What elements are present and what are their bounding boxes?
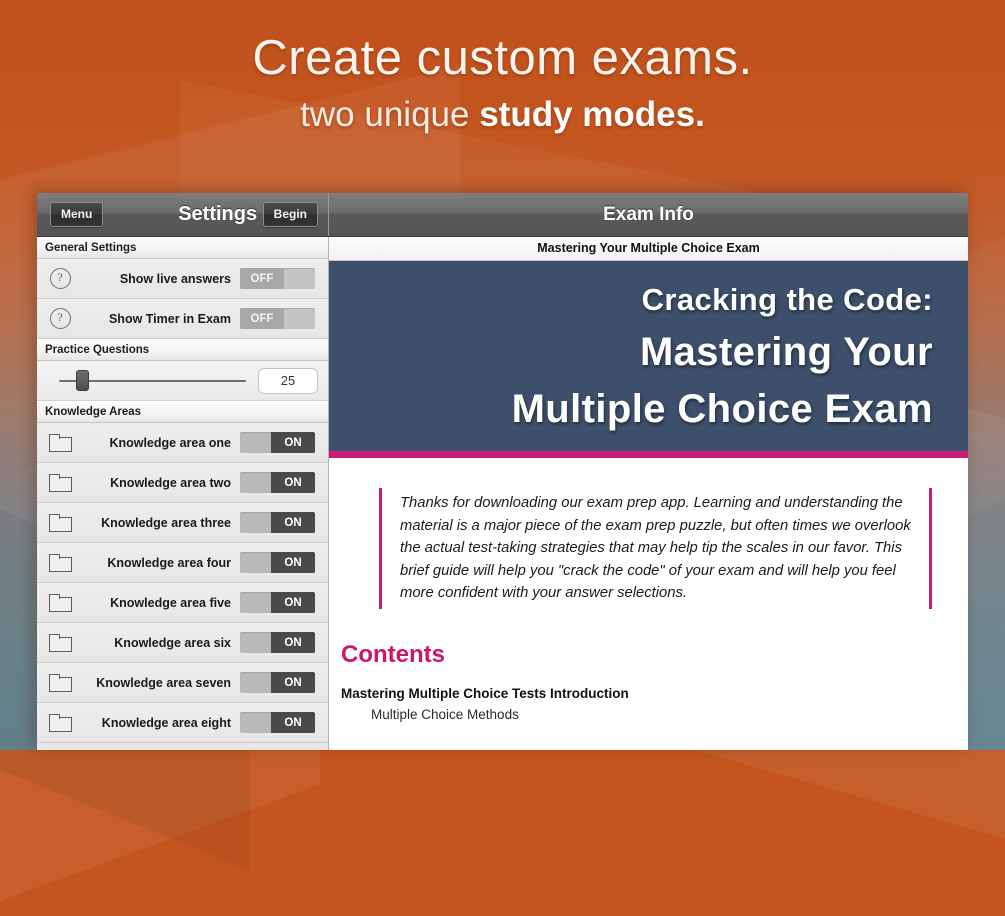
settings-sidebar[interactable]: General Settings ? Show live answers OFF… [37, 237, 329, 750]
folder-icon [37, 634, 83, 652]
knowledge-area-label: Knowledge area four [107, 555, 231, 570]
toggle-state-label: ON [271, 512, 315, 533]
toggle-state-label: ON [271, 432, 315, 453]
toggle-state-label: ON [271, 592, 315, 613]
headline-line-2-prefix: two unique [300, 95, 480, 134]
folder-icon [37, 434, 83, 452]
question-mark-icon[interactable]: ? [37, 308, 83, 329]
toggle-knowledge-area-five[interactable]: ON [240, 592, 315, 613]
folder-icon [37, 714, 83, 732]
headline-line-2-bold: study modes. [479, 95, 705, 134]
practice-questions-slider[interactable] [59, 370, 246, 391]
toggle-knowledge-area-eight[interactable]: ON [240, 712, 315, 733]
setting-row-show-timer-in-exam[interactable]: ? Show Timer in Exam OFF [37, 299, 328, 339]
toggle-state-label: ON [271, 472, 315, 493]
toc-heading-item[interactable]: Mastering Multiple Choice Tests Introduc… [341, 684, 968, 705]
knowledge-area-label: Knowledge area five [110, 595, 231, 610]
toggle-show-timer-in-exam[interactable]: OFF [240, 308, 315, 329]
toggle-knowledge-area-six[interactable]: ON [240, 632, 315, 653]
app-toolbar: Menu Settings Begin Exam Info [37, 193, 968, 237]
toggle-state-label: OFF [240, 268, 284, 289]
hero-title-line-1: Mastering Your [639, 329, 933, 374]
folder-icon [37, 554, 83, 572]
folder-icon [37, 514, 83, 532]
toggle-state-label: ON [271, 712, 315, 733]
contents-heading: Contents [341, 640, 445, 668]
folder-icon [37, 674, 83, 692]
section-header-practice-questions: Practice Questions [37, 339, 328, 361]
toggle-knowledge-area-seven[interactable]: ON [240, 672, 315, 693]
toggle-show-live-answers[interactable]: OFF [240, 268, 315, 289]
section-header-knowledge-areas: Knowledge Areas [37, 401, 328, 423]
folder-icon [37, 594, 83, 612]
hero-subtitle: Cracking the Code: [641, 282, 933, 317]
document-hero-banner: Cracking the Code: Mastering Your Multip… [329, 261, 968, 459]
knowledge-area-row[interactable]: Knowledge area five ON [37, 583, 328, 623]
setting-label: Show live answers [119, 271, 231, 286]
toggle-knowledge-area-two[interactable]: ON [240, 472, 315, 493]
toggle-knowledge-area-three[interactable]: ON [240, 512, 315, 533]
toggle-state-label: OFF [240, 308, 284, 329]
marketing-headline: Create custom exams. two unique study mo… [0, 31, 1005, 133]
practice-questions-value[interactable]: 25 [258, 367, 318, 394]
knowledge-area-row[interactable]: Knowledge area seven ON [37, 663, 328, 703]
table-of-contents: Mastering Multiple Choice Tests Introduc… [341, 684, 968, 726]
knowledge-area-label: Knowledge area three [101, 515, 231, 530]
practice-questions-row[interactable]: 25 [37, 361, 328, 401]
question-mark-icon[interactable]: ? [37, 268, 83, 289]
begin-button[interactable]: Begin [262, 202, 318, 227]
intro-paragraph: Thanks for downloading our exam prep app… [379, 488, 932, 609]
menu-button[interactable]: Menu [50, 202, 104, 227]
knowledge-area-label: Knowledge area one [109, 435, 231, 450]
knowledge-area-row[interactable]: Knowledge area one ON [37, 423, 328, 463]
headline-line-2: two unique study modes. [0, 97, 1005, 132]
knowledge-area-label: Knowledge area eight [101, 715, 231, 730]
app-body: General Settings ? Show live answers OFF… [37, 237, 968, 750]
hero-title-line-2: Multiple Choice Exam [511, 386, 933, 431]
toc-sub-item[interactable]: Multiple Choice Methods [341, 705, 968, 726]
slider-handle[interactable] [75, 370, 89, 391]
toolbar-exam-info-pane: Exam Info [329, 193, 968, 236]
knowledge-area-row[interactable]: Knowledge area two ON [37, 463, 328, 503]
folder-icon [37, 474, 83, 492]
exam-info-title: Exam Info [603, 203, 694, 225]
section-header-general-settings: General Settings [37, 237, 328, 259]
knowledge-area-row[interactable]: Knowledge area eight ON [37, 703, 328, 743]
toggle-state-label: ON [271, 632, 315, 653]
knowledge-area-row[interactable]: Knowledge area six ON [37, 623, 328, 663]
toggle-knowledge-area-one[interactable]: ON [240, 432, 315, 453]
knowledge-area-row[interactable]: Knowledge area four ON [37, 543, 328, 583]
toggle-state-label: ON [271, 552, 315, 573]
setting-label: Show Timer in Exam [108, 311, 231, 326]
document-subtitle: Mastering Your Multiple Choice Exam [329, 237, 968, 261]
knowledge-area-label: Knowledge area seven [96, 675, 231, 690]
knowledge-area-row[interactable]: Knowledge area three ON [37, 503, 328, 543]
knowledge-area-label: Knowledge area six [114, 635, 231, 650]
toggle-knowledge-area-four[interactable]: ON [240, 552, 315, 573]
app-window: Menu Settings Begin Exam Info General Se… [37, 193, 968, 750]
knowledge-area-label: Knowledge area two [110, 475, 231, 490]
setting-row-show-live-answers[interactable]: ? Show live answers OFF [37, 259, 328, 299]
toolbar-settings-pane: Menu Settings Begin [37, 193, 329, 236]
toggle-state-label: ON [271, 672, 315, 693]
headline-line-1: Create custom exams. [252, 31, 753, 85]
exam-info-content: Mastering Your Multiple Choice Exam Crac… [329, 237, 968, 750]
